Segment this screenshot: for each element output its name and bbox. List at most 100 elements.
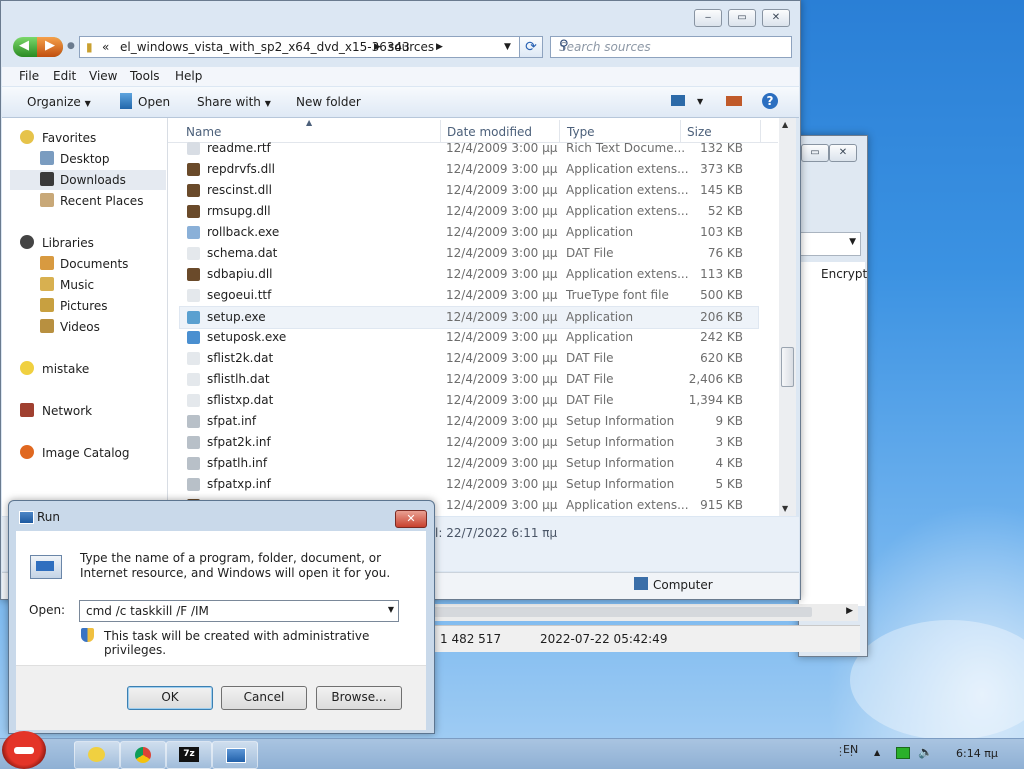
file-icon	[187, 268, 200, 281]
file-type: Application extens...	[566, 162, 689, 176]
battery-icon[interactable]	[896, 747, 910, 759]
close-button[interactable]: ✕	[762, 9, 790, 27]
file-row[interactable]: sflistlh.dat 12/4/2009 3:00 μμ DAT File 2,4…	[180, 369, 758, 390]
file-row[interactable]: sfpatxp.inf 12/4/2009 3:00 μμ Setup Inform…	[180, 474, 758, 495]
nav-image-catalog[interactable]: Image Catalog	[10, 443, 166, 463]
file-row[interactable]: sfpat.inf 12/4/2009 3:00 μμ Setup Informat…	[180, 411, 758, 432]
file-row[interactable]: schema.dat 12/4/2009 3:00 μμ DAT File 76 KB	[180, 243, 758, 264]
show-hidden-icons-icon[interactable]: ▲	[874, 748, 880, 757]
file-row[interactable]: rmsupg.dll 12/4/2009 3:00 μμ Application e…	[180, 201, 758, 222]
nav-network[interactable]: Network	[10, 401, 166, 421]
back-dropdown[interactable]: ▼	[799, 232, 861, 256]
share-with-button[interactable]: Share with ▼	[197, 95, 271, 109]
maximize-button[interactable]: ▭	[728, 9, 756, 27]
file-row[interactable]: sflist2k.dat 12/4/2009 3:00 μμ DAT File 620…	[180, 348, 758, 369]
nav-videos[interactable]: Videos	[10, 317, 166, 337]
view-options-icon[interactable]	[671, 95, 685, 106]
menu-file[interactable]: File	[19, 69, 39, 83]
recent-pages-icon[interactable]: ●	[67, 41, 75, 51]
new-folder-button[interactable]: New folder	[296, 95, 361, 109]
search-input[interactable]: Search sources ⚲	[550, 36, 792, 58]
breadcrumb-segment-sources[interactable]: sources	[388, 40, 434, 54]
column-divider[interactable]	[760, 120, 761, 142]
column-size[interactable]: Size	[687, 125, 712, 139]
column-type[interactable]: Type	[567, 125, 595, 139]
vertical-scrollbar[interactable]: ▲ ▼	[779, 118, 796, 516]
nav-music[interactable]: Music	[10, 275, 166, 295]
breadcrumb-overflow[interactable]: «	[102, 40, 109, 54]
column-date-modified[interactable]: Date modified	[447, 125, 532, 139]
refresh-button[interactable]: ⟳	[519, 36, 543, 58]
file-row[interactable]: sfpatlh.inf 12/4/2009 3:00 μμ Setup Inform…	[180, 453, 758, 474]
file-row[interactable]: rescinst.dll 12/4/2009 3:00 μμ Application…	[180, 180, 758, 201]
volume-icon[interactable]: 🔈	[918, 745, 933, 759]
breadcrumb-separator-icon[interactable]: ▶	[374, 42, 381, 52]
start-button[interactable]	[2, 731, 46, 769]
minimize-button[interactable]: ‒	[694, 9, 722, 27]
taskbar-run[interactable]	[212, 741, 258, 769]
menu-help[interactable]: Help	[175, 69, 202, 83]
search-icon[interactable]: ⚲	[559, 38, 786, 53]
nav-libraries[interactable]: Libraries	[10, 233, 166, 253]
run-dialog[interactable]: Run ✕ Type the name of a program, folder…	[8, 500, 435, 734]
file-icon	[187, 415, 200, 428]
file-size: 2,406 KB	[688, 372, 743, 386]
scroll-down-icon[interactable]: ▼	[782, 504, 788, 513]
nav-user-folder[interactable]: mistake	[10, 359, 166, 379]
breadcrumb-segment-dvd[interactable]: el_windows_vista_with_sp2_x64_dvd_x15-36…	[120, 40, 410, 54]
command-input[interactable]: cmd /c taskkill /F /IM ▼	[79, 600, 399, 622]
maximize-button-back[interactable]: ▭	[801, 144, 829, 162]
file-row[interactable]: setuposk.exe 12/4/2009 3:00 μμ Application…	[180, 327, 758, 348]
taskbar-explorer[interactable]	[74, 741, 120, 769]
scroll-up-icon[interactable]: ▲	[782, 120, 788, 129]
chevron-down-icon[interactable]: ▼	[697, 97, 703, 106]
browse-button[interactable]: Browse...	[316, 686, 402, 710]
ok-button[interactable]: OK	[127, 686, 213, 710]
taskbar-7zip[interactable]: 7z	[166, 741, 212, 769]
address-bar[interactable]: ▮ « el_windows_vista_with_sp2_x64_dvd_x1…	[79, 36, 520, 58]
file-icon	[187, 163, 200, 176]
breadcrumb-separator-icon[interactable]: ▶	[436, 42, 443, 52]
preview-pane-icon[interactable]	[726, 96, 742, 106]
nav-documents[interactable]: Documents	[10, 254, 166, 274]
address-dropdown-icon[interactable]: ▼	[504, 42, 511, 52]
close-button[interactable]: ✕	[395, 510, 427, 528]
back-arrow-icon[interactable]: ◀	[19, 38, 29, 53]
nav-recent-places[interactable]: Recent Places	[10, 191, 166, 211]
file-icon	[187, 331, 200, 344]
file-row[interactable]: rollback.exe 12/4/2009 3:00 μμ Application…	[180, 222, 758, 243]
menu-edit[interactable]: Edit	[53, 69, 76, 83]
command-value: cmd /c taskkill /F /IM	[86, 604, 209, 618]
column-name[interactable]: Name	[186, 125, 221, 139]
file-row[interactable]: sdbapiu.dll 12/4/2009 3:00 μμ Application …	[180, 264, 758, 285]
back-column-header[interactable]: Encrypt	[799, 262, 867, 287]
libraries-icon	[20, 235, 34, 249]
menu-tools[interactable]: Tools	[130, 69, 160, 83]
horizontal-scrollbar[interactable]: ▶	[430, 604, 858, 621]
nav-pictures[interactable]: Pictures	[10, 296, 166, 316]
file-row[interactable]: repdrvfs.dll 12/4/2009 3:00 μμ Application…	[180, 159, 758, 180]
taskbar-chrome[interactable]	[120, 741, 166, 769]
organize-button[interactable]: Organize ▼	[27, 95, 91, 109]
file-row[interactable]: segoeui.ttf 12/4/2009 3:00 μμ TrueType fon…	[180, 285, 758, 306]
close-button-back[interactable]: ✕	[829, 144, 857, 162]
chevron-down-icon[interactable]: ▼	[388, 605, 394, 614]
language-indicator[interactable]: EN	[843, 743, 858, 756]
file-row[interactable]: setup.exe 12/4/2009 3:00 μμ Application 206…	[179, 306, 759, 329]
background-window[interactable]: ▭ ✕ ▼ Encrypt	[798, 135, 868, 657]
file-row[interactable]: sfpat2k.inf 12/4/2009 3:00 μμ Setup Inform…	[180, 432, 758, 453]
scroll-right-icon[interactable]: ▶	[846, 606, 853, 616]
scroll-thumb[interactable]	[781, 347, 794, 387]
nav-desktop[interactable]: Desktop	[10, 149, 166, 169]
help-icon[interactable]: ?	[762, 93, 778, 109]
menu-view[interactable]: View	[89, 69, 117, 83]
cancel-button[interactable]: Cancel	[221, 686, 307, 710]
forward-button[interactable]: ▶	[37, 37, 63, 57]
open-button[interactable]: Open	[138, 95, 170, 109]
clock[interactable]: 6:14 πμ	[956, 747, 998, 760]
nav-downloads[interactable]: Downloads	[10, 170, 166, 190]
file-row[interactable]: readme.rtf 12/4/2009 3:00 μμ Rich Text Doc…	[180, 138, 758, 159]
scroll-thumb[interactable]	[432, 607, 812, 617]
nav-favorites[interactable]: Favorites	[10, 128, 166, 148]
file-row[interactable]: sflistxp.dat 12/4/2009 3:00 μμ DAT File 1,3…	[180, 390, 758, 411]
